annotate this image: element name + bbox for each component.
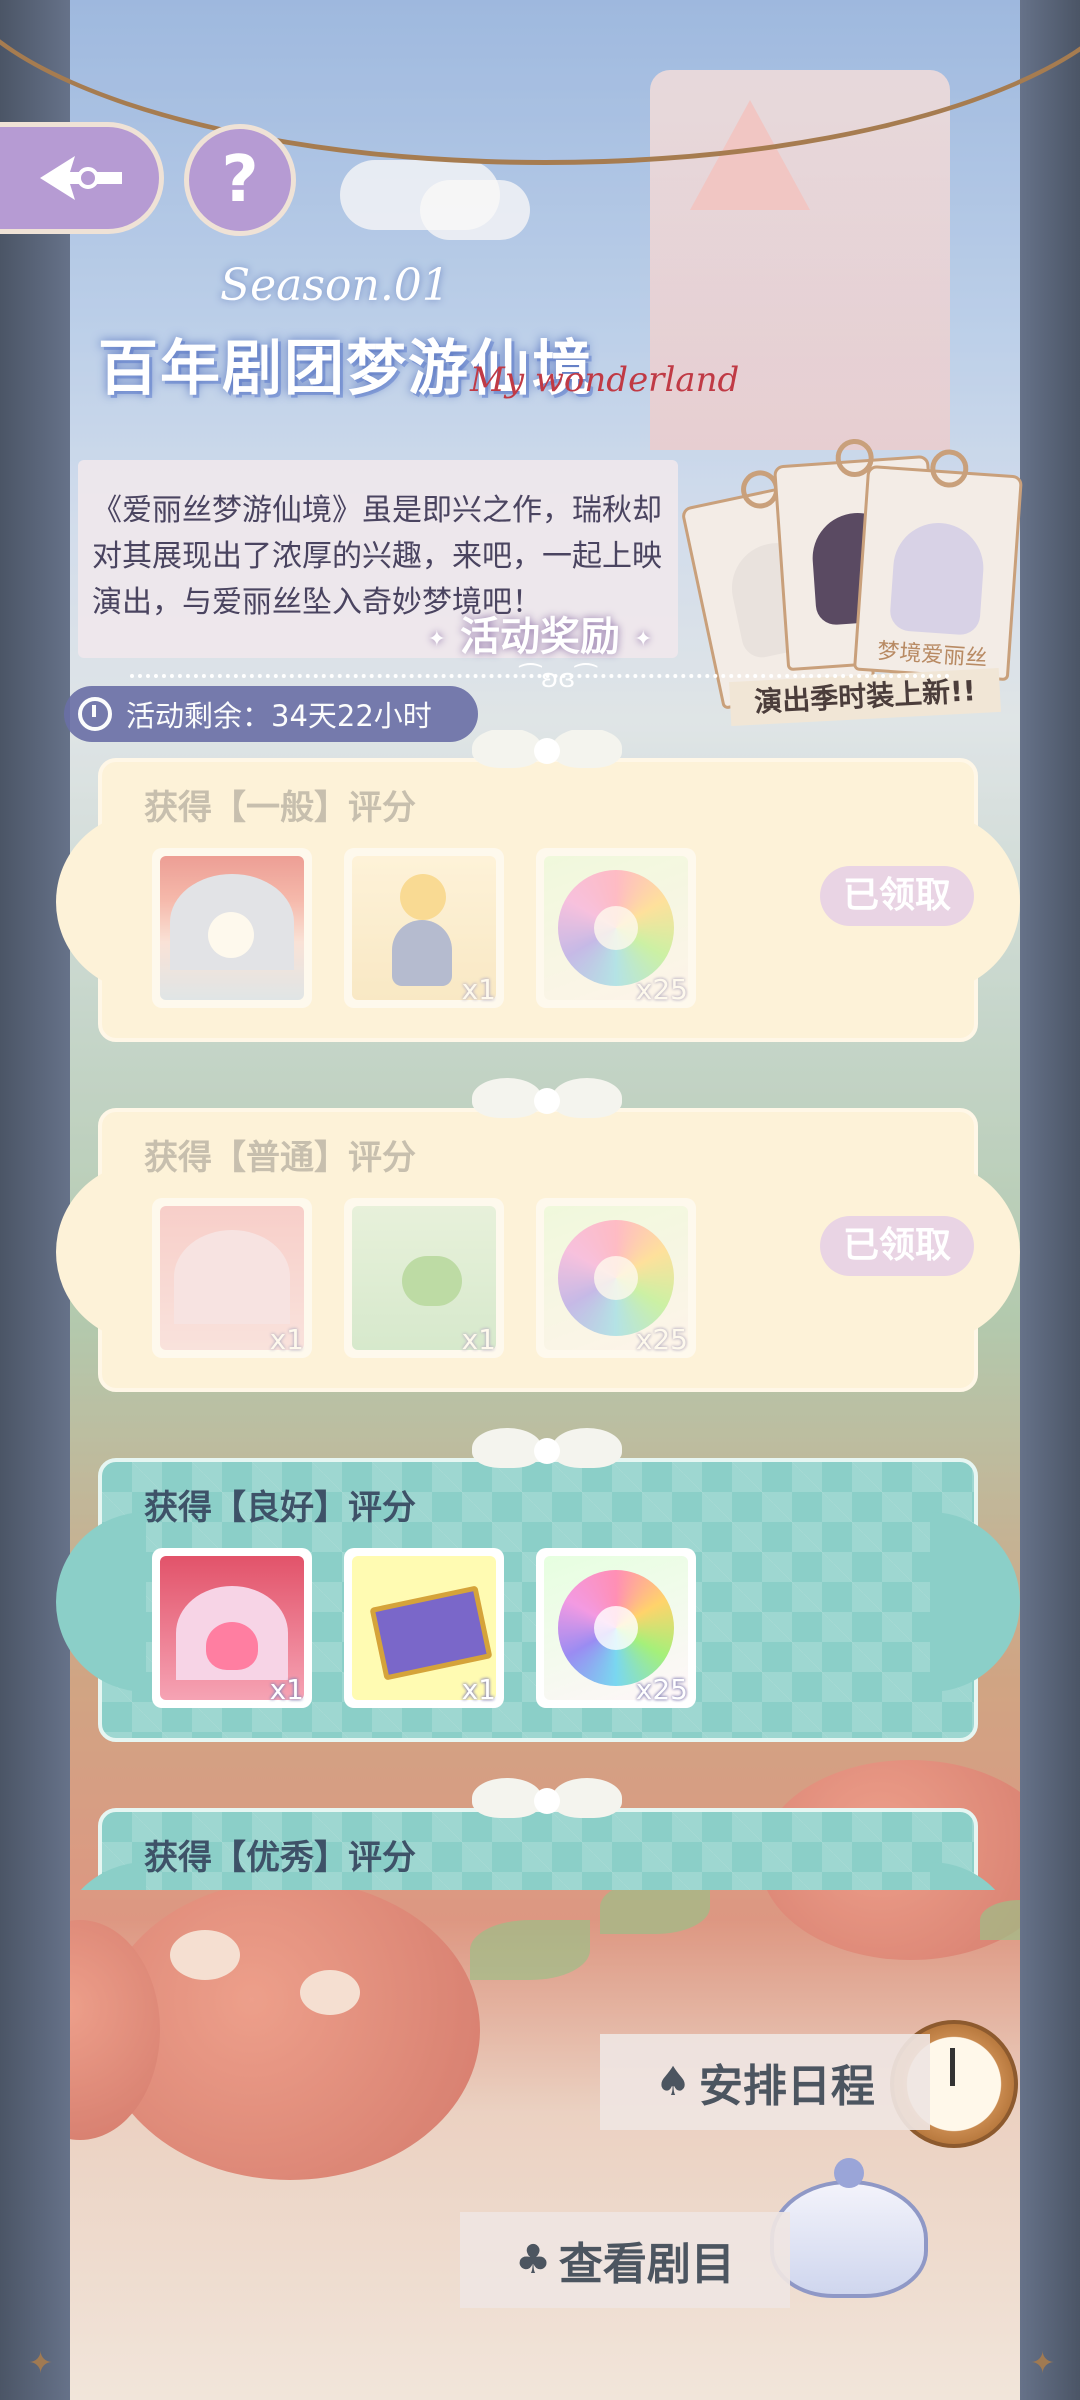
question-mark-icon: ? (221, 143, 259, 217)
reward-tier-title: 获得【良好】评分 (144, 1488, 416, 1528)
reward-item[interactable]: x25 (536, 1548, 696, 1708)
bow-icon: ⁀ʚɞ⁀ (520, 664, 597, 694)
view-play-label: 查看剧目 (558, 2239, 735, 2290)
reward-item[interactable]: x25 (536, 1198, 696, 1358)
spade-icon: ♠ (655, 2059, 691, 2105)
corner-sparkle-icon: ✦ (28, 2346, 54, 2381)
reward-card: 获得【普通】评分 x1 x1 x25 已领取 (56, 1078, 1020, 1392)
reward-tier-title: 获得【普通】评分 (144, 1138, 416, 1178)
sparkle-icon: ✦ (427, 626, 446, 652)
reward-tier-title: 获得【一般】评分 (144, 788, 416, 828)
logo-subtitle: My wonderland (470, 360, 740, 400)
item-quantity: x1 (461, 973, 496, 1006)
claimed-button[interactable]: 已领取 (820, 866, 974, 926)
back-arrow-icon (39, 156, 122, 200)
back-button[interactable] (0, 122, 164, 234)
rewards-title-text: 活动奖励 (460, 614, 620, 660)
item-quantity: x25 (635, 1673, 688, 1706)
item-quantity: x25 (635, 1323, 688, 1356)
reward-item[interactable]: x1 (152, 1198, 312, 1358)
item-quantity: x25 (635, 973, 688, 1006)
schedule-label: 安排日程 (698, 2061, 875, 2112)
view-play-button[interactable]: ♣ 查看剧目 (460, 2212, 790, 2308)
club-icon: ♣ (515, 2237, 551, 2283)
reward-list[interactable]: 获得【一般】评分 x1 x25 已领取 获得【普通】评分 x1 x1 x25 已… (0, 730, 1080, 1890)
rewards-title: ✦ 活动奖励 ✦ (0, 604, 1080, 662)
claimed-button[interactable]: 已领取 (820, 1216, 974, 1276)
item-quantity: x1 (269, 1673, 304, 1706)
reward-card: 获得【优秀】评分 (56, 1778, 1020, 1890)
reward-item[interactable]: x1 (344, 848, 504, 1008)
reward-card: 获得【良好】评分 x1 x1 x25 (56, 1428, 1020, 1742)
reward-tier-title: 获得【优秀】评分 (144, 1838, 416, 1878)
corner-sparkle-icon: ✦ (1030, 2346, 1056, 2381)
item-quantity: x1 (461, 1323, 496, 1356)
reward-item[interactable]: x1 (344, 1198, 504, 1358)
event-logo: Season.01 百年剧团梦游仙境 My wonderland (90, 250, 810, 430)
teapot-icon (770, 2158, 928, 2298)
reward-item[interactable]: x1 (344, 1548, 504, 1708)
clock-icon (78, 697, 112, 731)
reward-item[interactable]: x25 (536, 848, 696, 1008)
stage-background-icon (160, 856, 304, 1000)
reward-item[interactable]: x1 (152, 1548, 312, 1708)
ribbon-icon (472, 1778, 622, 1826)
item-quantity: x1 (269, 1323, 304, 1356)
schedule-button[interactable]: ♠ 安排日程 (600, 2034, 930, 2130)
sparkle-icon: ✦ (634, 626, 653, 652)
ribbon-icon (472, 730, 622, 776)
reward-item[interactable] (152, 848, 312, 1008)
ribbon-icon (472, 1428, 622, 1476)
ribbon-icon (472, 1078, 622, 1126)
item-quantity: x1 (461, 1673, 496, 1706)
reward-card: 获得【一般】评分 x1 x25 已领取 (56, 730, 1020, 1042)
logo-season: Season.01 (220, 260, 450, 311)
help-button[interactable]: ? (184, 124, 296, 236)
timer-text: 活动剩余：34天22小时 (126, 699, 432, 733)
